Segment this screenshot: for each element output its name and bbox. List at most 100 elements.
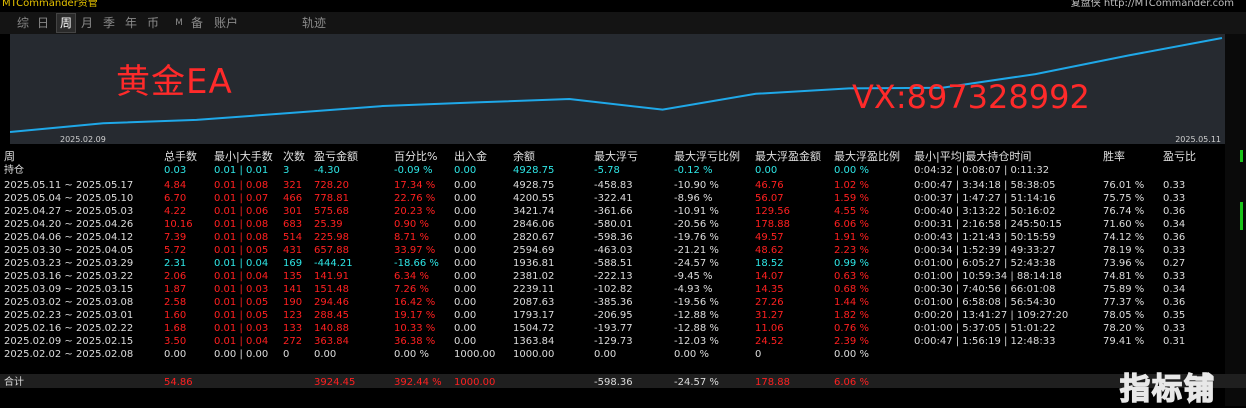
cell-maxfp: 0 xyxy=(755,349,762,360)
tab-5[interactable]: 年 xyxy=(122,14,140,32)
holding-cell-hold: 0:04:32 | 0:08:07 | 0:11:32 xyxy=(914,165,1050,176)
cell-minmax: 0.01 | 0.08 xyxy=(214,180,269,191)
cell-week: 2025.02.23 ~ 2025.03.01 xyxy=(4,310,134,321)
tab-9[interactable]: 账户 xyxy=(212,14,240,32)
cell-pct: 17.34 % xyxy=(394,180,436,191)
tab-6[interactable]: 币 xyxy=(144,14,162,32)
header-cell: 最大浮亏比例 xyxy=(674,150,740,163)
tab-1[interactable]: 日 xyxy=(34,14,52,32)
cell-hold: 0:00:37 | 1:47:27 | 51:14:16 xyxy=(914,193,1056,204)
holding-cell-maxddpct: -0.12 % xyxy=(674,165,713,176)
total-cell-pnl: 3924.45 xyxy=(314,377,356,388)
cell-pnl: 363.84 xyxy=(314,336,349,347)
cell-maxfp: 11.06 xyxy=(755,323,784,334)
cell-pnl: 25.39 xyxy=(314,219,343,230)
header-cell: 出入金 xyxy=(454,150,487,163)
cell-count: 683 xyxy=(283,219,303,230)
cell-maxfp: 18.52 xyxy=(755,258,784,269)
cell-pnl: 141.91 xyxy=(314,271,349,282)
cell-lots: 1.87 xyxy=(164,284,187,295)
holding-cell-week: 持仓 xyxy=(4,165,24,176)
equity-chart: 黄金EA VX:897328992 2025.02.09 2025.05.11 xyxy=(10,34,1225,144)
cell-maxfppct: 0.99 % xyxy=(834,258,869,269)
cell-week: 2025.03.23 ~ 2025.03.29 xyxy=(4,258,134,269)
cell-week: 2025.04.20 ~ 2025.04.26 xyxy=(4,219,134,230)
cell-minmax: 0.01 | 0.05 xyxy=(214,245,269,256)
total-cell-maxdd: -598.36 xyxy=(594,377,633,388)
header-cell: 胜率 xyxy=(1103,150,1125,163)
cell-count: 133 xyxy=(283,323,303,334)
cell-ratio: 0.33 xyxy=(1163,323,1186,334)
header-cell: 百分比% xyxy=(394,150,438,163)
cell-lots: 10.16 xyxy=(164,219,193,230)
cell-maxddpct: -10.90 % xyxy=(674,180,719,191)
cell-count: 321 xyxy=(283,180,303,191)
header-cell: 最大浮盈比例 xyxy=(834,150,900,163)
cell-week: 2025.02.02 ~ 2025.02.08 xyxy=(4,349,134,360)
cell-hold: 0:01:00 | 5:37:05 | 51:01:22 xyxy=(914,323,1056,334)
date-label-right: 2025.05.11 xyxy=(1175,135,1221,144)
tab-4[interactable]: 季 xyxy=(100,14,118,32)
cell-win: 74.81 % xyxy=(1103,271,1145,282)
cell-ratio: 0.35 xyxy=(1163,310,1186,321)
date-label-left: 2025.02.09 xyxy=(60,135,106,144)
cell-lots: 2.06 xyxy=(164,271,187,282)
site-link[interactable]: 复盘侠 http://MTCommander.com xyxy=(1071,0,1234,9)
cell-maxddpct: -24.57 % xyxy=(674,258,719,269)
cell-pct: 7.26 % xyxy=(394,284,429,295)
cell-flow: 0.00 xyxy=(454,193,477,204)
holding-cell-flow: 0.00 xyxy=(454,165,477,176)
cell-pnl: 140.88 xyxy=(314,323,349,334)
tab-2[interactable]: 周 xyxy=(56,13,76,33)
cell-maxfppct: 2.39 % xyxy=(834,336,869,347)
cell-ratio: 0.33 xyxy=(1163,245,1186,256)
cell-maxfp: 31.27 xyxy=(755,310,784,321)
cell-maxfppct: 1.59 % xyxy=(834,193,869,204)
cell-minmax: 0.01 | 0.05 xyxy=(214,297,269,308)
cell-count: 301 xyxy=(283,206,303,217)
tab-10[interactable]: 轨迹 xyxy=(300,14,328,32)
tab-8[interactable]: 备 xyxy=(188,14,206,32)
period-tabs: 综日周月季年币 M 备账户 轨迹 xyxy=(0,12,1246,34)
cell-lots: 4.22 xyxy=(164,206,187,217)
holding-cell-pct: -0.09 % xyxy=(394,165,433,176)
total-cell-lots: 54.86 xyxy=(164,377,193,388)
cell-maxfp: 46.76 xyxy=(755,180,784,191)
cell-maxfppct: 4.55 % xyxy=(834,206,869,217)
header-cell: 周 xyxy=(4,150,15,163)
cell-win: 74.12 % xyxy=(1103,232,1145,243)
cell-minmax: 0.01 | 0.04 xyxy=(214,271,269,282)
table-row: 2025.03.23 ~ 2025.03.29 2.31 0.01 | 0.04 16… xyxy=(0,257,1246,270)
cell-maxfppct: 0.68 % xyxy=(834,284,869,295)
cell-count: 123 xyxy=(283,310,303,321)
cell-maxfppct: 1.44 % xyxy=(834,297,869,308)
table-row: 2025.05.11 ~ 2025.05.17 4.84 0.01 | 0.08 32… xyxy=(0,179,1246,192)
cell-pnl: 575.68 xyxy=(314,206,349,217)
watermark-contact: VX:897328992 xyxy=(852,78,1090,116)
cell-flow: 0.00 xyxy=(454,271,477,282)
cell-lots: 5.72 xyxy=(164,245,187,256)
cell-pct: 33.97 % xyxy=(394,245,436,256)
holding-cell-lots: 0.03 xyxy=(164,165,187,176)
cell-maxddpct: -12.88 % xyxy=(674,310,719,321)
tab-7[interactable]: M xyxy=(170,14,188,32)
total-row: 合计 54.86 3924.45 392.44 % 1000.00 -598.36 -24.… xyxy=(0,376,1246,389)
cell-pct: 16.42 % xyxy=(394,297,436,308)
cell-maxfppct: 1.82 % xyxy=(834,310,869,321)
table-row: 2025.02.16 ~ 2025.02.22 1.68 0.01 | 0.03 13… xyxy=(0,322,1246,335)
cell-week: 2025.04.27 ~ 2025.05.03 xyxy=(4,206,134,217)
cell-maxfp: 24.52 xyxy=(755,336,784,347)
tab-3[interactable]: 月 xyxy=(78,14,96,32)
cell-ratio: 0.27 xyxy=(1163,258,1186,269)
holding-cell-count: 3 xyxy=(283,165,290,176)
cell-flow: 0.00 xyxy=(454,206,477,217)
cell-pct: 6.34 % xyxy=(394,271,429,282)
cell-count: 135 xyxy=(283,271,303,282)
cell-balance: 2381.02 xyxy=(513,271,555,282)
cell-pnl: 288.45 xyxy=(314,310,349,321)
tab-0[interactable]: 综 xyxy=(14,14,32,32)
table-row: 2025.03.02 ~ 2025.03.08 2.58 0.01 | 0.05 19… xyxy=(0,296,1246,309)
cell-lots: 2.31 xyxy=(164,258,187,269)
cell-win: 71.60 % xyxy=(1103,219,1145,230)
header-cell: 最大浮亏 xyxy=(594,150,638,163)
